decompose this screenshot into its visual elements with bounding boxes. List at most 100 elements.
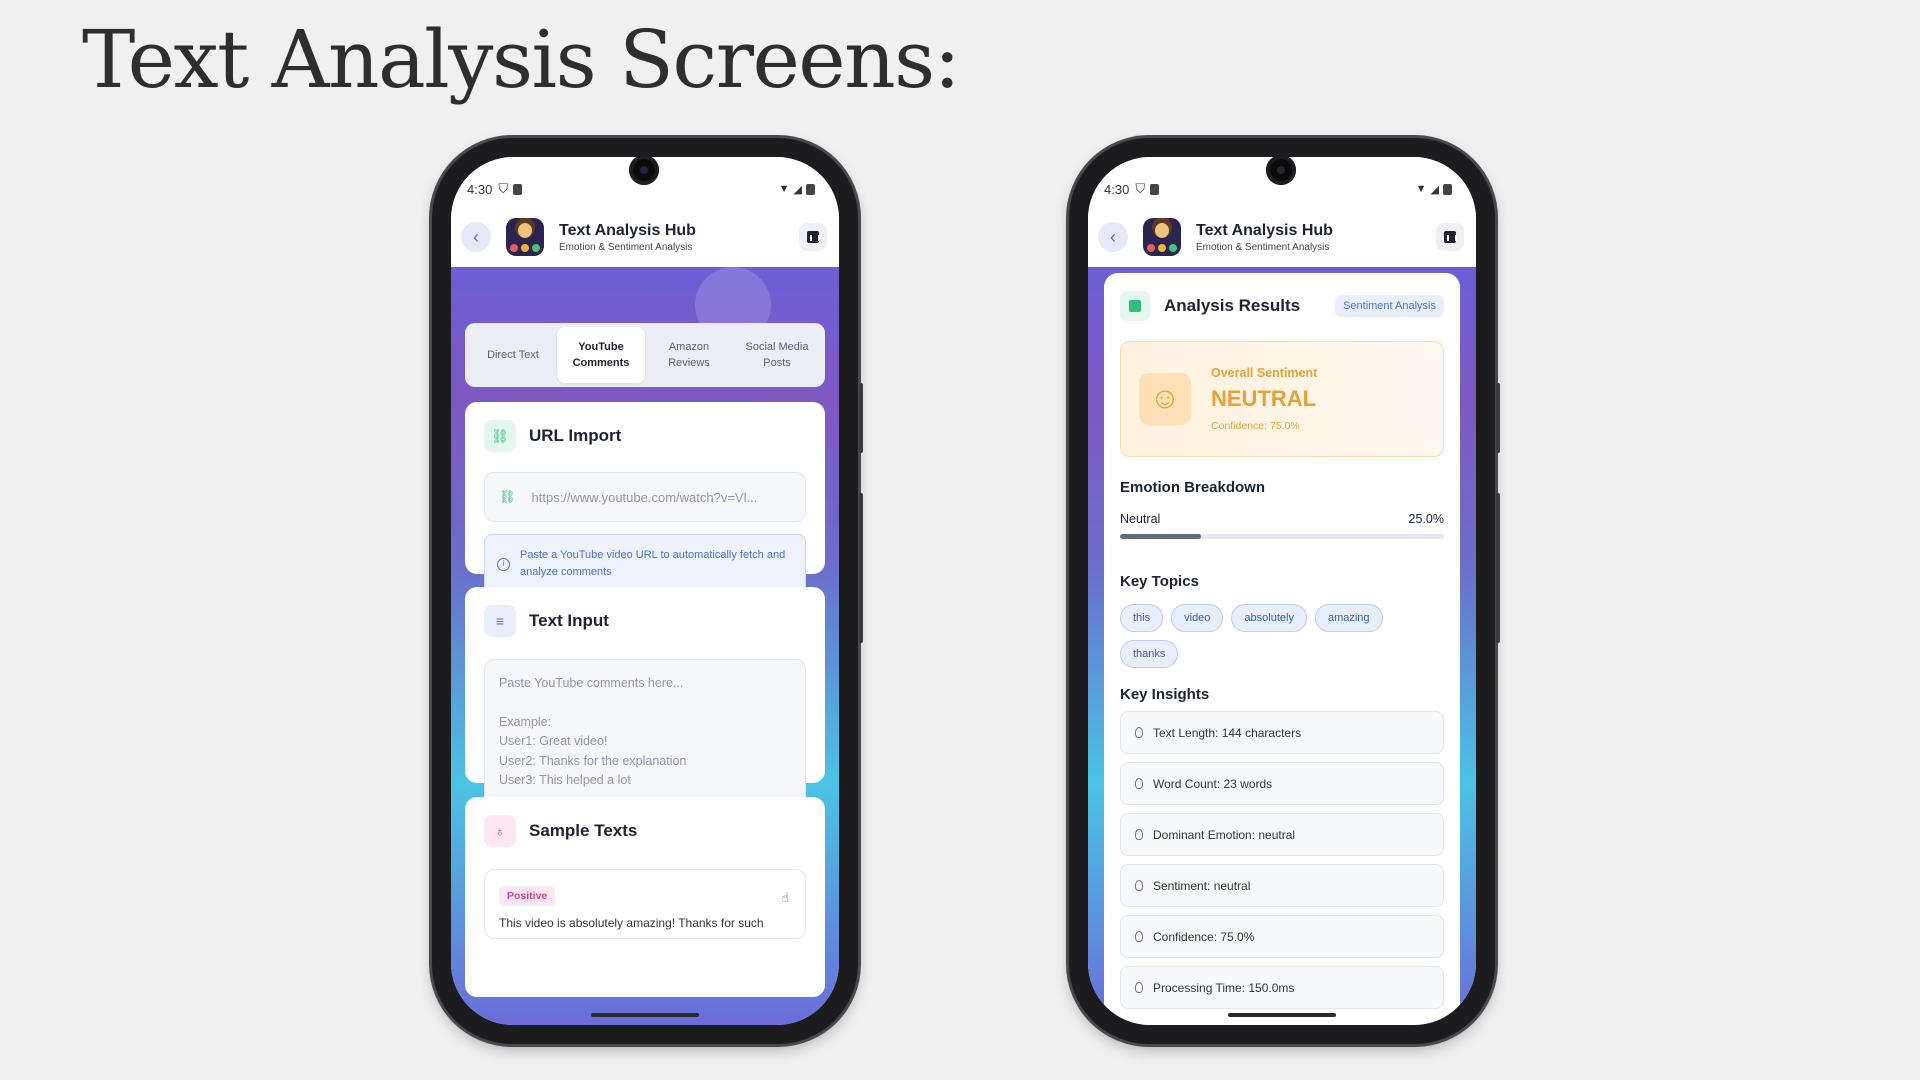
bar-chart-icon	[1444, 231, 1457, 243]
lightbulb-icon	[1135, 931, 1143, 942]
overall-label: Overall Sentiment	[1211, 366, 1318, 380]
emotion-bar-fill	[1120, 534, 1201, 539]
link-icon: ⛓	[499, 489, 516, 504]
source-tabs: Direct Text YouTube Comments Amazon Revi…	[465, 323, 825, 387]
home-indicator	[591, 1013, 699, 1017]
tab-direct-text[interactable]: Direct Text	[469, 327, 557, 383]
back-button[interactable]: ‹	[461, 222, 491, 252]
topic-chip[interactable]: thanks	[1120, 640, 1179, 668]
app-bar: ‹ Text Analysis Hub Emotion & Sentiment …	[1088, 207, 1476, 267]
content-area[interactable]: Analysis Results Sentiment Analysis ☺ Ov…	[1088, 267, 1476, 1025]
phone-right: 4:30 ⛉ ▼ ◢ ‹ Text Analysis Hub Emotion & …	[1069, 138, 1500, 1044]
lightbulb-icon: ♁	[484, 815, 516, 847]
lightbulb-icon	[1135, 829, 1143, 840]
app-subtitle: Emotion & Sentiment Analysis	[1196, 241, 1330, 253]
insight-text: Word Count: 23 words	[1153, 776, 1273, 791]
insight-item: Word Count: 23 words	[1120, 762, 1444, 805]
sample-item[interactable]: Positive ☝ This video is absolutely amaz…	[484, 869, 806, 939]
emotion-value: 25.0%	[1408, 512, 1444, 526]
placeholder-line	[499, 694, 791, 713]
battery-icon	[1443, 183, 1452, 195]
app-title: Text Analysis Hub	[559, 221, 696, 239]
lightbulb-icon	[1135, 982, 1143, 993]
front-camera	[629, 155, 659, 185]
lightbulb-icon	[1135, 880, 1143, 891]
chevron-left-icon: ‹	[1110, 226, 1116, 247]
power-button	[859, 383, 863, 453]
topic-chip[interactable]: absolutely	[1231, 604, 1307, 632]
bar-chart-icon	[807, 231, 820, 243]
lightbulb-icon	[1135, 727, 1143, 738]
emotion-name: Neutral	[1120, 512, 1161, 526]
insight-text: Sentiment: neutral	[1153, 878, 1251, 893]
analytics-button[interactable]	[799, 223, 827, 251]
sample-text: This video is absolutely amazing! Thanks…	[499, 916, 764, 930]
insight-text: Dominant Emotion: neutral	[1153, 827, 1296, 842]
battery-icon	[806, 183, 815, 195]
front-camera	[1266, 155, 1296, 185]
signal-icon: ◢	[1430, 183, 1439, 196]
url-hint: i Paste a YouTube video URL to automatic…	[484, 534, 806, 595]
tab-amazon-reviews[interactable]: Amazon Reviews	[645, 327, 733, 383]
shield-icon: ⛉	[1135, 181, 1146, 196]
link-icon: ⛓	[484, 420, 516, 452]
sample-texts-card: ♁ Sample Texts Positive ☝ This video is …	[465, 797, 825, 997]
screen-results: 4:30 ⛉ ▼ ◢ ‹ Text Analysis Hub Emotion & …	[1088, 157, 1476, 1025]
analytics-button[interactable]	[1436, 223, 1464, 251]
shield-icon: ⛉	[498, 181, 509, 196]
tap-icon: ☝	[781, 890, 789, 905]
edit-notes-icon: ≡	[484, 605, 516, 637]
placeholder-line: User1: Great video!	[499, 734, 608, 748]
key-topics-title: Key Topics	[1120, 573, 1199, 590]
sample-texts-title: Sample Texts	[529, 821, 638, 840]
emotion-breakdown-title: Emotion Breakdown	[1120, 479, 1266, 496]
insight-item: Sentiment: neutral	[1120, 864, 1444, 907]
topic-chip[interactable]: this	[1120, 604, 1164, 632]
topic-chip[interactable]: amazing	[1314, 604, 1383, 632]
insight-item: Confidence: 75.0%	[1120, 915, 1444, 958]
slide-title: Text Analysis Screens:	[82, 13, 961, 106]
placeholder-line: Example:	[499, 714, 552, 729]
emotion-bar	[1120, 534, 1444, 539]
insight-text: Processing Time: 150.0ms	[1153, 980, 1295, 995]
power-button	[1496, 383, 1500, 453]
wifi-icon: ▼	[1415, 183, 1427, 195]
home-indicator	[1228, 1013, 1336, 1017]
text-input-title: Text Input	[529, 611, 609, 630]
volume-button	[859, 493, 863, 643]
topic-chip[interactable]: video	[1171, 604, 1224, 632]
app-subtitle: Emotion & Sentiment Analysis	[559, 241, 693, 253]
topic-list: this video absolutely amazing thanks	[1120, 604, 1444, 668]
overall-confidence: Confidence: 75.0%	[1211, 420, 1300, 432]
placeholder-line: User3: This helped a lot	[499, 773, 631, 787]
tab-social-media-posts[interactable]: Social Media Posts	[733, 327, 821, 383]
content-area[interactable]: Direct Text YouTube Comments Amazon Revi…	[451, 267, 839, 1025]
analytics-icon	[1120, 291, 1150, 321]
insight-item: Processing Time: 150.0ms	[1120, 966, 1444, 1009]
sentiment-badge: Positive	[499, 886, 556, 906]
signal-icon: ◢	[793, 183, 802, 196]
tab-youtube-comments[interactable]: YouTube Comments	[557, 327, 645, 383]
wifi-icon: ▼	[778, 183, 790, 195]
url-input[interactable]: ⛓ https://www.youtube.com/watch?v=Vl...	[484, 472, 806, 522]
chevron-left-icon: ‹	[473, 226, 479, 247]
status-time: 4:30	[1104, 181, 1130, 197]
lightbulb-icon	[1135, 778, 1143, 789]
insight-item: Text Length: 144 characters	[1120, 711, 1444, 754]
url-hint-text: Paste a YouTube video URL to automatical…	[520, 549, 786, 579]
analysis-type-tag: Sentiment Analysis	[1335, 295, 1444, 317]
emotion-row: Neutral 25.0%	[1120, 512, 1444, 526]
url-placeholder: https://www.youtube.com/watch?v=Vl...	[531, 489, 758, 505]
info-icon: i	[497, 557, 510, 571]
insight-text: Text Length: 144 characters	[1153, 725, 1302, 740]
app-logo	[1143, 218, 1181, 256]
back-button[interactable]: ‹	[1098, 222, 1128, 252]
text-input-card: ≡ Text Input Paste YouTube comments here…	[465, 587, 825, 807]
placeholder-line: User2: Thanks for the explanation	[499, 753, 687, 768]
phone-left: 4:30 ⛉ ▼ ◢ ‹ Text Analysis Hub Emotion & …	[432, 138, 863, 1044]
insight-item: Dominant Emotion: neutral	[1120, 813, 1444, 856]
results-title: Analysis Results	[1164, 296, 1301, 315]
status-time: 4:30	[467, 181, 493, 197]
overall-value: NEUTRAL	[1211, 386, 1317, 411]
comments-textarea[interactable]: Paste YouTube comments here... Example: …	[484, 659, 806, 807]
